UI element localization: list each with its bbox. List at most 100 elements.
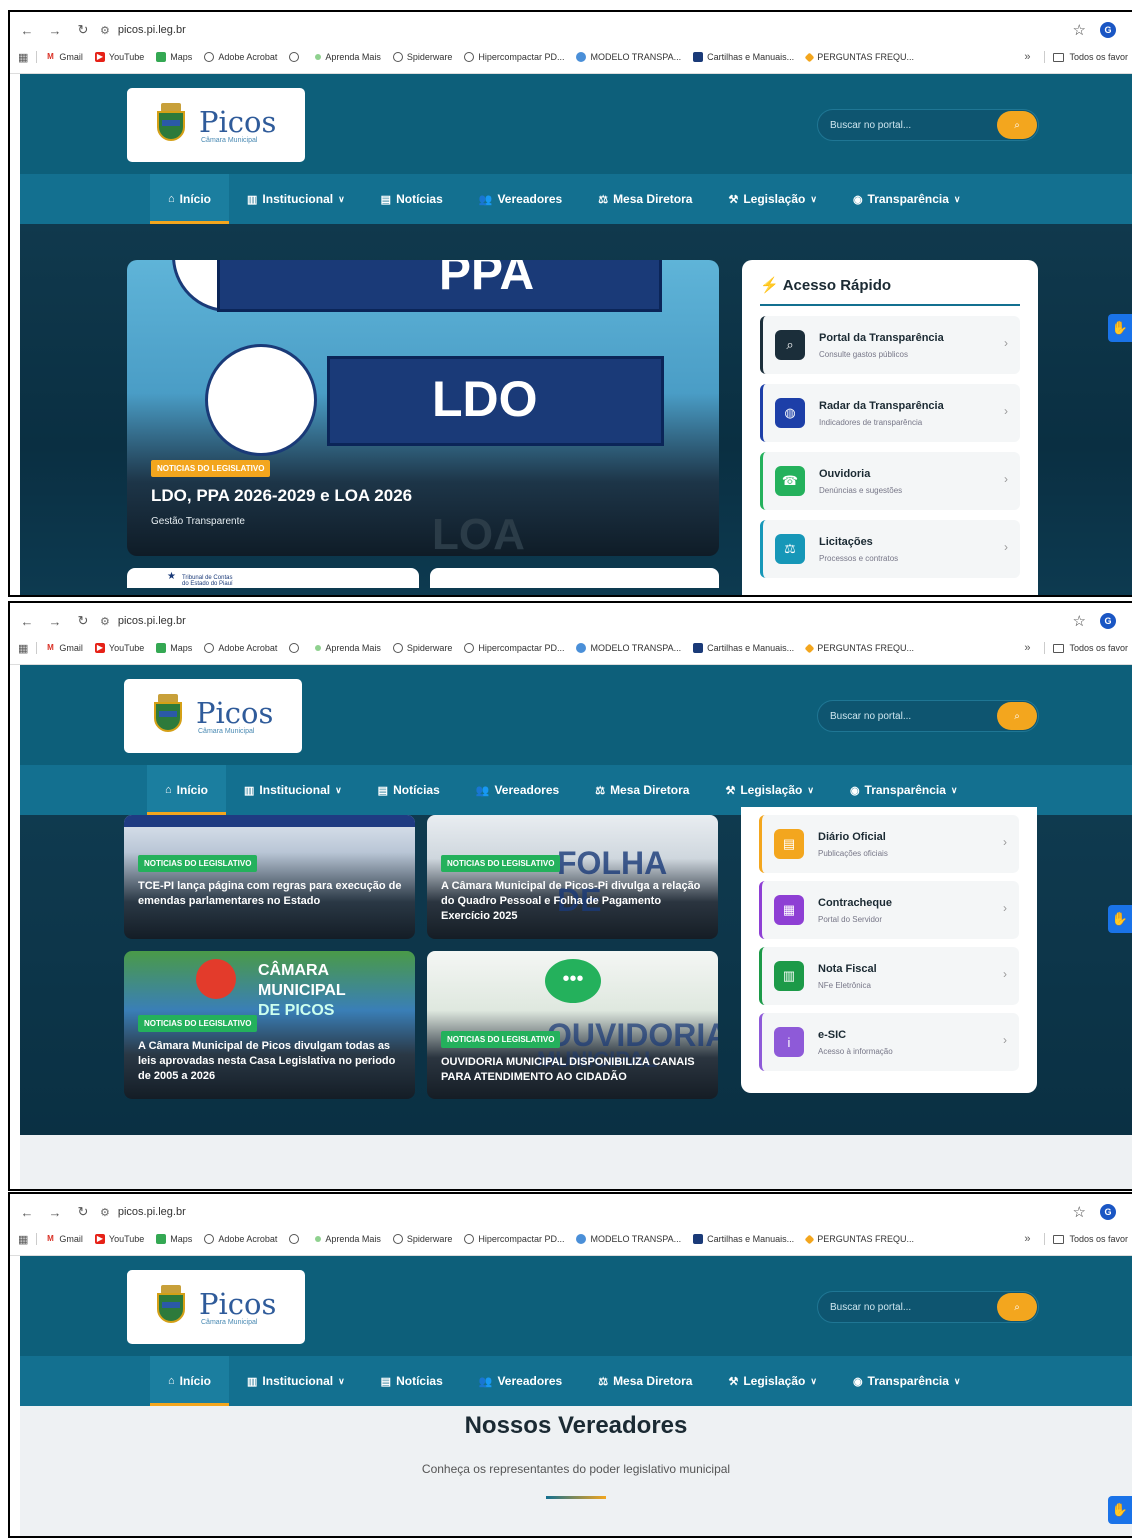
search-input[interactable]: Buscar no portal... ⌕ [817, 700, 1039, 732]
nav-noticias[interactable]: ▤ Notícias [363, 174, 461, 224]
bookmark-youtube[interactable]: ▶ YouTube [94, 643, 144, 653]
nav-transparencia[interactable]: ◉ Transparência ∨ [835, 1356, 979, 1406]
profile-avatar[interactable]: G [1100, 22, 1116, 38]
bookmark-globe[interactable] [289, 1234, 303, 1244]
news-card[interactable]: ••• OUVIDORIA MUNICIPAL NOTICIAS DO LEGI… [427, 951, 718, 1099]
news-card[interactable]: CÂMARA MUNICIPAL DE PICOS NOTICIAS DO LEGI… [124, 951, 415, 1099]
featured-title[interactable]: LDO, PPA 2026-2029 e LOA 2026 [151, 486, 412, 506]
bookmark-star-icon[interactable]: ☆ [1073, 612, 1086, 630]
apps-icon[interactable]: ▦ [18, 51, 28, 64]
bookmark-perguntas[interactable]: PERGUNTAS FREQU... [804, 643, 914, 653]
bookmark-gmail[interactable]: M Gmail [45, 643, 83, 653]
back-icon[interactable]: ← [16, 614, 38, 629]
bookmark-youtube[interactable]: ▶ YouTube [94, 1234, 144, 1244]
nav-inicio[interactable]: ⌂ Início [150, 1356, 229, 1406]
nav-noticias[interactable]: ▤ Notícias [363, 1356, 461, 1406]
quick-item-portal-transparencia[interactable]: ⌕ Portal da Transparência Consulte gastos … [760, 316, 1020, 374]
nav-mesa-diretora[interactable]: ⚖ Mesa Diretora [580, 174, 710, 224]
bookmark-aprenda[interactable]: Aprenda Mais [315, 643, 381, 653]
quick-item-ouvidoria[interactable]: ☎ Ouvidoria Denúncias e sugestões › [760, 452, 1020, 510]
bookmark-adobe[interactable]: Adobe Acrobat [204, 643, 277, 653]
more-bookmarks-icon[interactable]: » [1024, 642, 1030, 654]
bookmark-spiderware[interactable]: Spiderware [392, 643, 452, 653]
nav-institucional[interactable]: ▥ Institucional ∨ [229, 1356, 363, 1406]
nav-inicio[interactable]: ⌂ Início [147, 765, 226, 815]
quick-item-radar-transparencia[interactable]: ◍ Radar da Transparência Indicadores de tr… [760, 384, 1020, 442]
address-bar[interactable]: ⚙ picos.pi.leg.br [100, 1206, 186, 1219]
bookmark-maps[interactable]: Maps [156, 643, 192, 653]
forward-icon[interactable]: → [44, 23, 66, 38]
profile-avatar[interactable]: G [1100, 613, 1116, 629]
apps-icon[interactable]: ▦ [18, 642, 28, 655]
bookmark-star-icon[interactable]: ☆ [1073, 1203, 1086, 1221]
forward-icon[interactable]: → [44, 1205, 66, 1220]
address-bar[interactable]: ⚙ picos.pi.leg.br [100, 24, 186, 37]
search-button[interactable]: ⌕ [997, 702, 1037, 730]
nav-transparencia[interactable]: ◉ Transparência ∨ [835, 174, 979, 224]
bookmark-spiderware[interactable]: Spiderware [392, 52, 452, 62]
nav-legislacao[interactable]: ⚒ Legislação ∨ [710, 174, 835, 224]
bookmark-modelo[interactable]: MODELO TRANSPA... [576, 52, 681, 62]
forward-icon[interactable]: → [44, 614, 66, 629]
bookmark-hipercompactar[interactable]: Hipercompactar PD... [464, 52, 564, 62]
nav-vereadores[interactable]: 👥 Vereadores [461, 1356, 580, 1406]
bookmark-star-icon[interactable]: ☆ [1073, 21, 1086, 39]
accessibility-button[interactable]: ✋ [1108, 1496, 1132, 1524]
bookmark-aprenda[interactable]: Aprenda Mais [315, 52, 381, 62]
back-icon[interactable]: ← [16, 1205, 38, 1220]
search-input[interactable]: Buscar no portal... ⌕ [817, 1291, 1039, 1323]
accessibility-button[interactable]: ✋ [1108, 314, 1132, 342]
news-card-peek[interactable] [430, 568, 719, 588]
bookmark-globe[interactable] [289, 52, 303, 62]
bookmark-perguntas[interactable]: PERGUNTAS FREQU... [804, 1234, 914, 1244]
nav-noticias[interactable]: ▤ Notícias [360, 765, 458, 815]
quick-item-nota-fiscal[interactable]: ▥ Nota Fiscal NFe Eletrônica › [759, 947, 1019, 1005]
bookmark-gmail[interactable]: M Gmail [45, 52, 83, 62]
bookmark-cartilhas[interactable]: Cartilhas e Manuais... [693, 1234, 794, 1244]
address-bar[interactable]: ⚙ picos.pi.leg.br [100, 615, 186, 628]
nav-mesa-diretora[interactable]: ⚖ Mesa Diretora [580, 1356, 710, 1406]
bookmark-modelo[interactable]: MODELO TRANSPA... [576, 643, 681, 653]
site-logo[interactable]: Picos Câmara Municipal [124, 679, 302, 753]
news-card-peek[interactable]: ★ Tribunal de Contas do Estado do Piauí [127, 568, 419, 588]
search-button[interactable]: ⌕ [997, 111, 1037, 139]
quick-item-esic[interactable]: i e-SIC Acesso à informação › [759, 1013, 1019, 1071]
bookmark-maps[interactable]: Maps [156, 52, 192, 62]
nav-inicio[interactable]: ⌂ Início [150, 174, 229, 224]
nav-vereadores[interactable]: 👥 Vereadores [461, 174, 580, 224]
bookmark-spiderware[interactable]: Spiderware [392, 1234, 452, 1244]
news-card[interactable]: NOTICIAS DO LEGISLATIVO TCE-PI lança pág… [124, 815, 415, 939]
quick-item-contracheque[interactable]: ▦ Contracheque Portal do Servidor › [759, 881, 1019, 939]
bookmark-cartilhas[interactable]: Cartilhas e Manuais... [693, 52, 794, 62]
bookmark-hipercompactar[interactable]: Hipercompactar PD... [464, 643, 564, 653]
all-bookmarks[interactable]: Todos os favor [1053, 1234, 1128, 1244]
bookmark-cartilhas[interactable]: Cartilhas e Manuais... [693, 643, 794, 653]
all-bookmarks[interactable]: Todos os favor [1053, 643, 1128, 653]
bookmark-perguntas[interactable]: PERGUNTAS FREQU... [804, 52, 914, 62]
bookmark-globe[interactable] [289, 643, 303, 653]
site-settings-icon[interactable]: ⚙ [100, 24, 110, 37]
bookmark-youtube[interactable]: ▶ YouTube [94, 52, 144, 62]
featured-news-card[interactable]: PPA LDO LOA NOTICIAS DO LEGISLATIVO LDO,… [127, 260, 719, 556]
nav-institucional[interactable]: ▥ Institucional ∨ [229, 174, 363, 224]
accessibility-button[interactable]: ✋ [1108, 905, 1132, 933]
nav-mesa-diretora[interactable]: ⚖ Mesa Diretora [577, 765, 707, 815]
search-button[interactable]: ⌕ [997, 1293, 1037, 1321]
site-logo[interactable]: Picos Câmara Municipal [127, 88, 305, 162]
quick-item-licitacoes[interactable]: ⚖ Licitações Processos e contratos › [760, 520, 1020, 578]
bookmark-maps[interactable]: Maps [156, 1234, 192, 1244]
back-icon[interactable]: ← [16, 23, 38, 38]
bookmark-modelo[interactable]: MODELO TRANSPA... [576, 1234, 681, 1244]
reload-icon[interactable]: ↻ [72, 22, 94, 38]
more-bookmarks-icon[interactable]: » [1024, 51, 1030, 63]
bookmark-hipercompactar[interactable]: Hipercompactar PD... [464, 1234, 564, 1244]
news-card[interactable]: FOLHA DE NOTICIAS DO LEGISLATIVO A Câmar… [427, 815, 718, 939]
quick-item-diario-oficial[interactable]: ▤ Diário Oficial Publicações oficiais › [759, 815, 1019, 873]
search-input[interactable]: Buscar no portal... ⌕ [817, 109, 1039, 141]
site-logo[interactable]: Picos Câmara Municipal [127, 1270, 305, 1344]
bookmark-adobe[interactable]: Adobe Acrobat [204, 1234, 277, 1244]
bookmark-aprenda[interactable]: Aprenda Mais [315, 1234, 381, 1244]
bookmark-gmail[interactable]: M Gmail [45, 1234, 83, 1244]
bookmark-adobe[interactable]: Adobe Acrobat [204, 52, 277, 62]
nav-vereadores[interactable]: 👥 Vereadores [458, 765, 577, 815]
